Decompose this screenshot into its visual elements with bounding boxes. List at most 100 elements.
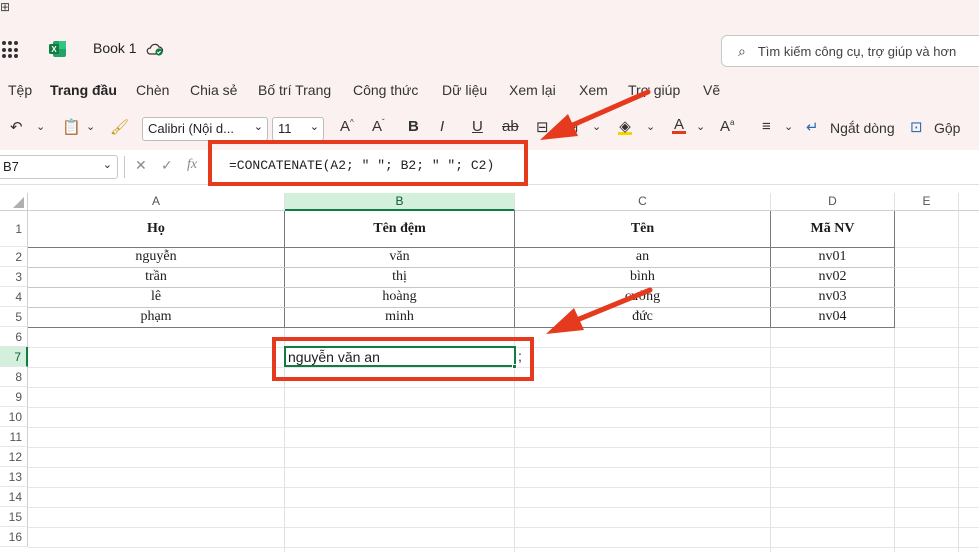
table-cell[interactable]: an — [515, 249, 770, 265]
column-header-a[interactable]: A — [28, 193, 285, 211]
table-border — [28, 327, 895, 328]
border-style-icon[interactable]: ⊞ — [566, 118, 579, 136]
undo-icon[interactable]: ↶ — [10, 118, 23, 136]
table-cell[interactable]: nguyễn — [28, 249, 284, 265]
row-header[interactable]: 2 — [0, 247, 28, 267]
underline-icon[interactable]: U — [472, 118, 483, 135]
table-cell[interactable]: nv03 — [771, 289, 894, 305]
row-header[interactable]: 1 — [0, 211, 28, 247]
tab-page-layout[interactable]: Bố trí Trang — [258, 82, 331, 98]
tab-file[interactable]: Tệp — [8, 82, 32, 98]
row-header[interactable]: 5 — [0, 307, 28, 327]
row-header[interactable]: 16 — [0, 527, 28, 547]
font-color-icon[interactable]: A — [672, 116, 686, 134]
workbook-title[interactable]: Book 1 — [93, 40, 137, 56]
insert-function-icon[interactable]: fx — [187, 157, 197, 173]
bold-icon[interactable]: B — [408, 118, 419, 135]
table-cell[interactable]: minh — [285, 309, 514, 325]
merge-button[interactable]: Gộp — [934, 120, 960, 136]
increase-font-icon[interactable]: A^ — [340, 118, 354, 135]
column-header-d[interactable]: D — [771, 193, 895, 211]
table-cell[interactable]: nv04 — [771, 309, 894, 325]
table-cell[interactable]: văn — [285, 249, 514, 265]
undo-dropdown-icon[interactable]: ⌄ — [36, 120, 45, 133]
search-box[interactable]: ⌕ Tìm kiếm công cụ, trợ giúp và hơn — [721, 35, 979, 67]
excel-logo-icon: X — [49, 41, 66, 57]
decrease-font-icon[interactable]: Aˇ — [372, 118, 385, 135]
font-color-dropdown-icon[interactable]: ⌄ — [696, 120, 705, 133]
merge-icon[interactable]: ⊡ — [910, 118, 923, 136]
table-border — [28, 307, 895, 308]
wrap-text-icon[interactable]: ↵ — [806, 118, 819, 136]
wrap-text-button[interactable]: Ngắt dòng — [830, 120, 895, 136]
tab-view[interactable]: Xem — [579, 82, 608, 98]
tab-data[interactable]: Dữ liệu — [442, 82, 487, 98]
tab-review[interactable]: Xem lại — [509, 82, 556, 98]
table-cell[interactable]: trần — [28, 269, 284, 285]
table-header-cell[interactable]: Tên — [515, 221, 770, 237]
column-header-c[interactable]: C — [515, 193, 771, 211]
top-strip: ⊞ — [0, 0, 979, 24]
row-header[interactable]: 8 — [0, 367, 28, 387]
strikethrough-icon[interactable]: ab — [502, 118, 519, 135]
paste-dropdown-icon[interactable]: ⌄ — [86, 120, 95, 133]
text-effects-icon[interactable]: Aa — [720, 118, 734, 135]
border-icon[interactable]: ⊟ — [536, 118, 549, 136]
row-header[interactable]: 13 — [0, 467, 28, 487]
row-header[interactable]: 6 — [0, 327, 28, 347]
tab-help[interactable]: Trợ giúp — [628, 82, 680, 98]
tab-formulas[interactable]: Công thức — [353, 82, 418, 98]
select-all-corner[interactable] — [0, 193, 28, 211]
corner-triangle-icon — [13, 197, 24, 208]
row-header[interactable]: 14 — [0, 487, 28, 507]
border-dropdown-icon[interactable]: ⌄ — [592, 120, 601, 133]
row-header[interactable]: 11 — [0, 427, 28, 447]
row-header[interactable]: 3 — [0, 267, 28, 287]
format-painter-icon[interactable]: 🖌 — [110, 118, 129, 136]
row-header[interactable]: 4 — [0, 287, 28, 307]
enter-icon[interactable]: ✓ — [161, 157, 173, 174]
row-header[interactable]: 7 — [0, 347, 28, 367]
italic-icon[interactable]: I — [440, 118, 444, 135]
font-name-select[interactable]: Calibri (Nội d... ⌄ — [142, 117, 268, 141]
column-header-e[interactable]: E — [895, 193, 959, 211]
table-cell[interactable]: nv02 — [771, 269, 894, 285]
table-cell[interactable]: đức — [515, 309, 770, 325]
name-box[interactable]: B7 ⌄ — [0, 155, 118, 179]
paste-icon[interactable]: 📋 — [62, 118, 81, 136]
font-size-select[interactable]: 11 ⌄ — [272, 117, 324, 141]
table-cell[interactable]: lê — [28, 289, 284, 305]
row-header[interactable]: 12 — [0, 447, 28, 467]
fill-dropdown-icon[interactable]: ⌄ — [646, 120, 655, 133]
tab-insert[interactable]: Chèn — [136, 82, 169, 98]
cancel-icon[interactable]: ✕ — [135, 157, 147, 174]
tab-home[interactable]: Trang đầu — [50, 82, 117, 98]
table-header-cell[interactable]: Họ — [28, 221, 284, 237]
table-cell[interactable]: hoàng — [285, 289, 514, 305]
table-header-cell[interactable]: Tên đệm — [285, 221, 514, 237]
tab-share[interactable]: Chia sẻ — [190, 82, 237, 98]
column-header-b[interactable]: B — [285, 193, 515, 211]
row-header[interactable]: 10 — [0, 407, 28, 427]
align-dropdown-icon[interactable]: ⌄ — [784, 120, 793, 133]
table-cell[interactable]: nv01 — [771, 249, 894, 265]
annotation-box-result — [272, 337, 534, 381]
gridline — [28, 407, 979, 408]
font-name-value: Calibri (Nội d... — [148, 121, 234, 136]
app-launcher-icon[interactable] — [2, 41, 20, 59]
gridline — [28, 487, 979, 488]
gridline — [28, 467, 979, 468]
table-cell[interactable]: bình — [515, 269, 770, 285]
table-cell[interactable]: thị — [285, 269, 514, 285]
align-icon[interactable]: ≡ — [762, 118, 771, 135]
row-header[interactable]: 15 — [0, 507, 28, 527]
row-header[interactable]: 9 — [0, 387, 28, 407]
table-cell[interactable]: cường — [515, 289, 770, 305]
tab-draw[interactable]: Vẽ — [703, 82, 720, 98]
table-cell[interactable]: phạm — [28, 309, 284, 325]
chevron-down-icon: ⌄ — [253, 121, 263, 133]
cloud-saved-icon[interactable] — [146, 42, 164, 56]
table-header-cell[interactable]: Mã NV — [771, 221, 894, 237]
column-header-f[interactable] — [959, 193, 979, 211]
fill-color-icon[interactable]: ◈ — [618, 117, 632, 135]
